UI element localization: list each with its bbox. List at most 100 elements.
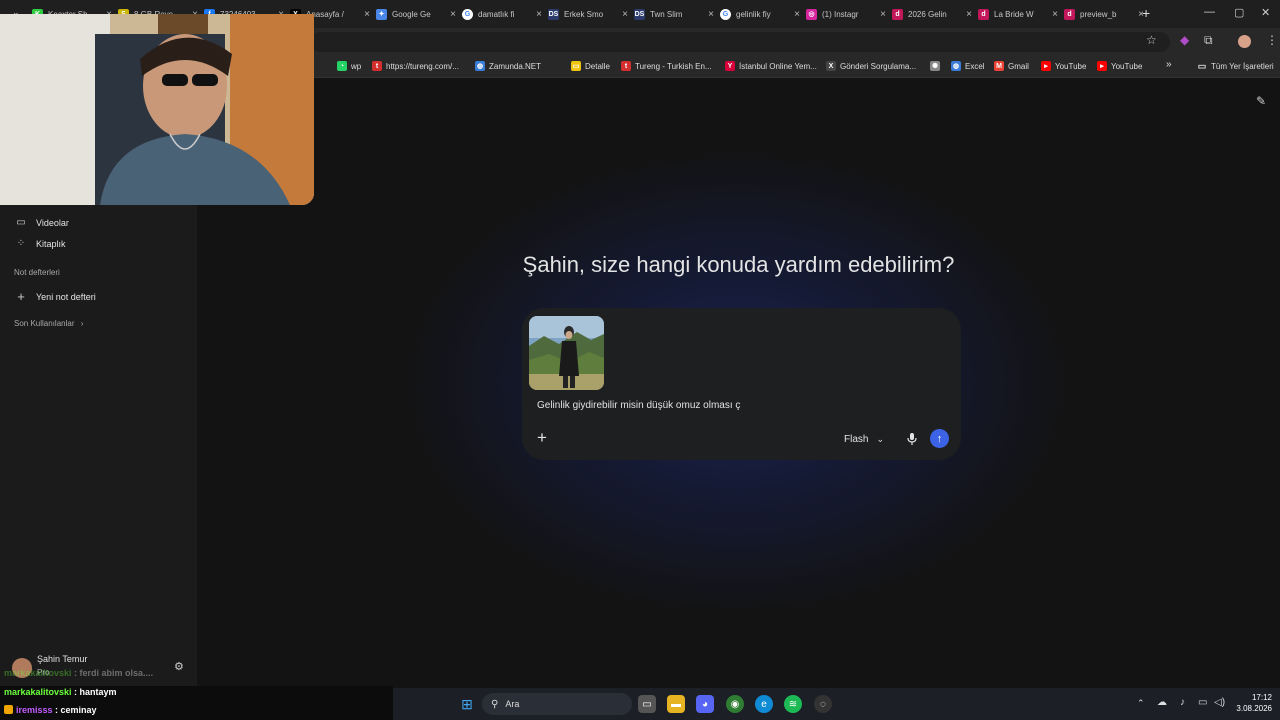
model-selector[interactable]: Flash ⌄ bbox=[844, 434, 884, 445]
bookmarks-more-button[interactable]: » bbox=[1166, 59, 1172, 70]
menu-icon[interactable]: ⋮ bbox=[1266, 33, 1278, 47]
tab-title: damatlık fi bbox=[478, 9, 515, 19]
bookmark-item[interactable]: Y İstanbul Online Yem... bbox=[725, 61, 817, 71]
tab-favicon-icon: DS bbox=[548, 8, 559, 20]
tab-favicon-icon: G bbox=[462, 8, 473, 20]
tab-favicon-icon: G bbox=[720, 8, 731, 20]
plus-icon: + bbox=[17, 289, 25, 304]
tab[interactable]: Ggelinlik fiy × bbox=[720, 4, 800, 24]
bookmark-favicon-icon: X bbox=[826, 61, 836, 71]
model-label: Flash bbox=[844, 434, 869, 445]
add-attachment-button[interactable]: + bbox=[537, 429, 547, 446]
bookmark-item[interactable]: ◔ wp bbox=[337, 61, 361, 71]
bookmark-favicon-icon: ✺ bbox=[930, 61, 940, 71]
bookmark-label: YouTube bbox=[1111, 61, 1143, 71]
chrome-icon[interactable]: ◉ bbox=[726, 695, 744, 713]
bookmark-item[interactable]: ◍ Excel bbox=[951, 61, 985, 71]
chat-message: ferdi abim olsa.... bbox=[79, 668, 154, 678]
spotify-icon[interactable]: ≋ bbox=[784, 695, 802, 713]
prompt-composer: Gelinlik giydirebilir misin düşük omuz o… bbox=[522, 308, 961, 460]
extension-icon[interactable]: ◆ bbox=[1180, 33, 1189, 47]
bookmark-label: wp bbox=[351, 61, 362, 71]
edge-icon[interactable]: e bbox=[755, 695, 773, 713]
bookmark-item[interactable]: t Tureng - Turkish En... bbox=[621, 61, 712, 71]
windows-start-icon[interactable]: ⊞ bbox=[458, 695, 476, 713]
tab-title: Google Ge bbox=[392, 9, 431, 19]
sidebar-item-videos[interactable]: ▭ Videolar bbox=[14, 217, 69, 228]
chat-line: markakalitovski : hantaym bbox=[4, 687, 117, 697]
bookmark-favicon-icon: ▸ bbox=[1041, 61, 1051, 71]
taskbar-search[interactable]: ⚲ Ara bbox=[482, 693, 632, 715]
bookmark-item[interactable]: ✺ bbox=[930, 61, 944, 71]
bookmark-item[interactable]: ▸ YouTube bbox=[1097, 61, 1142, 71]
tray-chevron-icon[interactable]: ⌃ bbox=[1137, 698, 1145, 709]
bookmark-item[interactable]: ▭ Detalle bbox=[571, 61, 610, 71]
sidebar-item-recent[interactable]: Son Kullanılanlar › bbox=[14, 319, 83, 328]
send-button[interactable]: ↑ bbox=[930, 429, 949, 448]
library-icon: ⁘ bbox=[16, 238, 26, 249]
chat-user: markakalitovski bbox=[4, 668, 72, 678]
tab-close-icon[interactable]: × bbox=[966, 9, 972, 20]
tab-close-icon[interactable]: × bbox=[708, 9, 714, 20]
tab[interactable]: d preview_b × bbox=[1064, 4, 1144, 24]
bookmark-item[interactable]: M Gmail bbox=[994, 61, 1029, 71]
bookmark-label: İstanbul Online Yem... bbox=[739, 61, 817, 71]
account-name: Şahin Temur bbox=[37, 654, 88, 664]
tab-close-icon[interactable]: × bbox=[622, 9, 628, 20]
folder-icon: ▭ bbox=[1197, 60, 1207, 71]
tab-close-icon[interactable]: × bbox=[794, 9, 800, 20]
bookmark-item[interactable]: ▸ YouTube bbox=[1041, 61, 1086, 71]
bookmark-label: Detalle bbox=[585, 61, 610, 71]
tab-title: Twn Slim bbox=[650, 9, 683, 19]
address-bar[interactable] bbox=[310, 32, 1170, 52]
bookmark-label: Excel bbox=[965, 61, 985, 71]
taskbar-clock[interactable]: 17:12 3.08.2026 bbox=[1232, 692, 1272, 714]
chevron-right-icon: › bbox=[80, 319, 84, 328]
onedrive-icon[interactable]: ☁ bbox=[1157, 697, 1167, 708]
task-view-icon[interactable]: ▭ bbox=[638, 695, 656, 713]
obs-icon[interactable]: ◌ bbox=[814, 695, 832, 713]
bookmark-star-icon[interactable]: ☆ bbox=[1146, 33, 1157, 47]
tab-title: preview_b bbox=[1080, 9, 1117, 19]
tab-close-icon[interactable]: × bbox=[1052, 9, 1058, 20]
tab[interactable]: ◎ (1) Instagr × bbox=[806, 4, 886, 24]
file-explorer-icon[interactable]: ▬ bbox=[667, 695, 685, 713]
settings-gear-icon[interactable]: ⚙ bbox=[174, 660, 184, 673]
bookmark-label: Tureng - Turkish En... bbox=[635, 61, 712, 71]
bookmark-item[interactable]: t https://tureng.com/... bbox=[372, 61, 459, 71]
tab-title: gelinlik fiy bbox=[736, 9, 771, 19]
tab-close-icon[interactable]: × bbox=[880, 9, 886, 20]
bookmark-item[interactable]: X Gönderi Sorgulama... bbox=[826, 61, 916, 71]
discord-icon[interactable]: ◕ bbox=[696, 695, 714, 713]
volume-icon[interactable]: ◁) bbox=[1214, 697, 1225, 708]
close-window-button[interactable]: ✕ bbox=[1261, 6, 1270, 19]
profile-avatar[interactable] bbox=[1238, 35, 1251, 48]
tab[interactable]: ✦ Google Ge × bbox=[376, 4, 456, 24]
tab[interactable]: d La Bride W × bbox=[978, 4, 1058, 24]
tab-close-icon[interactable]: × bbox=[450, 9, 456, 20]
sidebar-item-new-notebook[interactable]: + Yeni not defteri bbox=[14, 289, 96, 304]
tab[interactable]: Gdamatlık fi × bbox=[462, 4, 542, 24]
attached-image-thumbnail[interactable] bbox=[529, 316, 604, 390]
puzzle-icon[interactable]: ⧉ bbox=[1204, 33, 1213, 48]
tab-close-icon[interactable]: × bbox=[364, 9, 370, 20]
sidebar-item-library[interactable]: ⁘ Kitaplık bbox=[14, 238, 66, 249]
all-bookmarks-button[interactable]: ▭ Tüm Yer İşaretleri bbox=[1197, 61, 1274, 71]
prompt-input[interactable]: Gelinlik giydirebilir misin düşük omuz o… bbox=[537, 400, 740, 411]
tab-close-icon[interactable]: × bbox=[536, 9, 542, 20]
maximize-button[interactable]: ▢ bbox=[1234, 6, 1244, 19]
chat-user: iremisss bbox=[16, 705, 53, 715]
bookmark-item[interactable]: ◍ Zamunda.NET bbox=[475, 61, 541, 71]
new-tab-button[interactable]: + bbox=[1142, 5, 1150, 21]
notebooks-heading: Not defterleri bbox=[14, 268, 60, 277]
tab[interactable]: DS Erkek Smo × bbox=[548, 4, 628, 24]
tab[interactable]: DS Twn Slim × bbox=[634, 4, 714, 24]
microphone-tray-icon[interactable]: ♪ bbox=[1180, 697, 1185, 708]
tab-favicon-icon: d bbox=[1064, 8, 1075, 20]
minimize-button[interactable]: — bbox=[1204, 6, 1215, 18]
microphone-icon[interactable] bbox=[905, 432, 919, 446]
edit-icon[interactable]: ✎ bbox=[1256, 94, 1266, 108]
tab[interactable]: d 2026 Gelin × bbox=[892, 4, 972, 24]
all-bookmarks-label: Tüm Yer İşaretleri bbox=[1211, 61, 1274, 71]
network-icon[interactable]: ▭ bbox=[1198, 697, 1207, 708]
